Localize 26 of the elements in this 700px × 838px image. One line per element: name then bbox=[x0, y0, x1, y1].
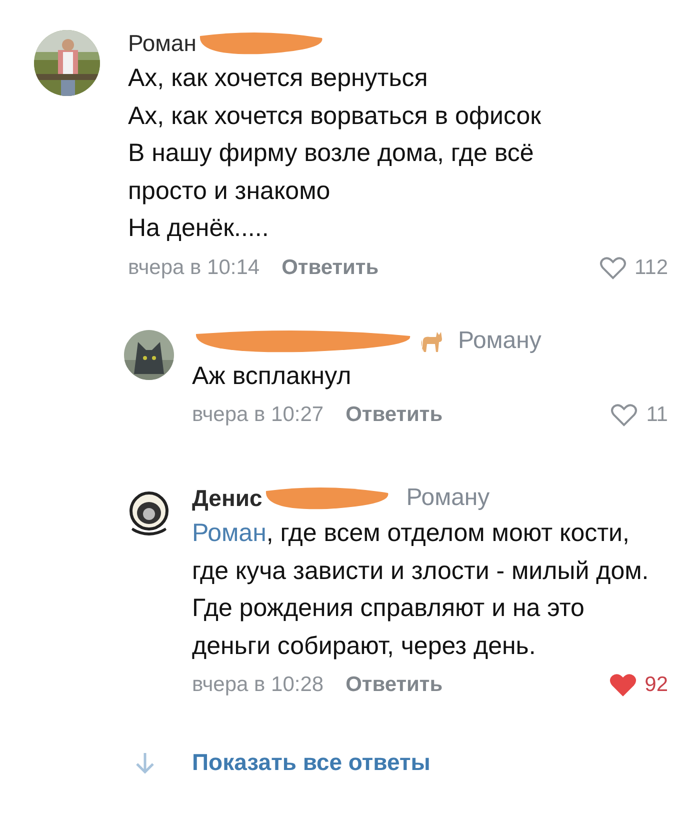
comment-time: вчера в 10:28 bbox=[192, 673, 324, 697]
reply-button[interactable]: Ответить bbox=[346, 673, 443, 697]
heart-icon bbox=[598, 256, 627, 280]
comment-text: На денёк..... bbox=[128, 213, 270, 244]
like-button[interactable]: 112 bbox=[598, 256, 668, 280]
comment-text: просто и знакомо bbox=[128, 176, 332, 206]
reply-to-name[interactable]: Роману bbox=[458, 326, 542, 354]
heart-icon bbox=[610, 403, 638, 427]
comment-text: Аж всплакнул bbox=[192, 360, 352, 392]
comment-text: Ах, как хочется вернуться bbox=[128, 63, 429, 94]
reply-to-name[interactable]: Роману bbox=[406, 484, 490, 512]
reply-button[interactable]: Ответить bbox=[346, 403, 443, 427]
mention-link[interactable]: Роман bbox=[192, 519, 266, 547]
reply-button[interactable]: Ответить bbox=[282, 256, 379, 280]
comment-time: вчера в 10:14 bbox=[128, 256, 260, 280]
author-name[interactable]: Роман bbox=[128, 30, 196, 56]
like-button[interactable]: 92 bbox=[608, 673, 668, 697]
heart-icon bbox=[608, 673, 637, 697]
comment-text: В нашу фирму возле дома, где всё bbox=[128, 138, 535, 169]
like-button[interactable]: 11 bbox=[610, 403, 668, 427]
author-name[interactable]: Денис bbox=[192, 484, 262, 512]
comment-text: Роман, где всем отделом моют кости, где куча зависти и злости - милый дом. Где рождения справляют и на это деньги собирают, через день. bbox=[192, 518, 650, 662]
comment-time: вчера в 10:27 bbox=[192, 403, 324, 427]
show-all-replies-link[interactable]: Показать все ответы bbox=[192, 749, 430, 776]
arrow-down-icon bbox=[134, 750, 156, 774]
comment-text: Ах, как хочется ворваться в офисок bbox=[128, 100, 542, 132]
